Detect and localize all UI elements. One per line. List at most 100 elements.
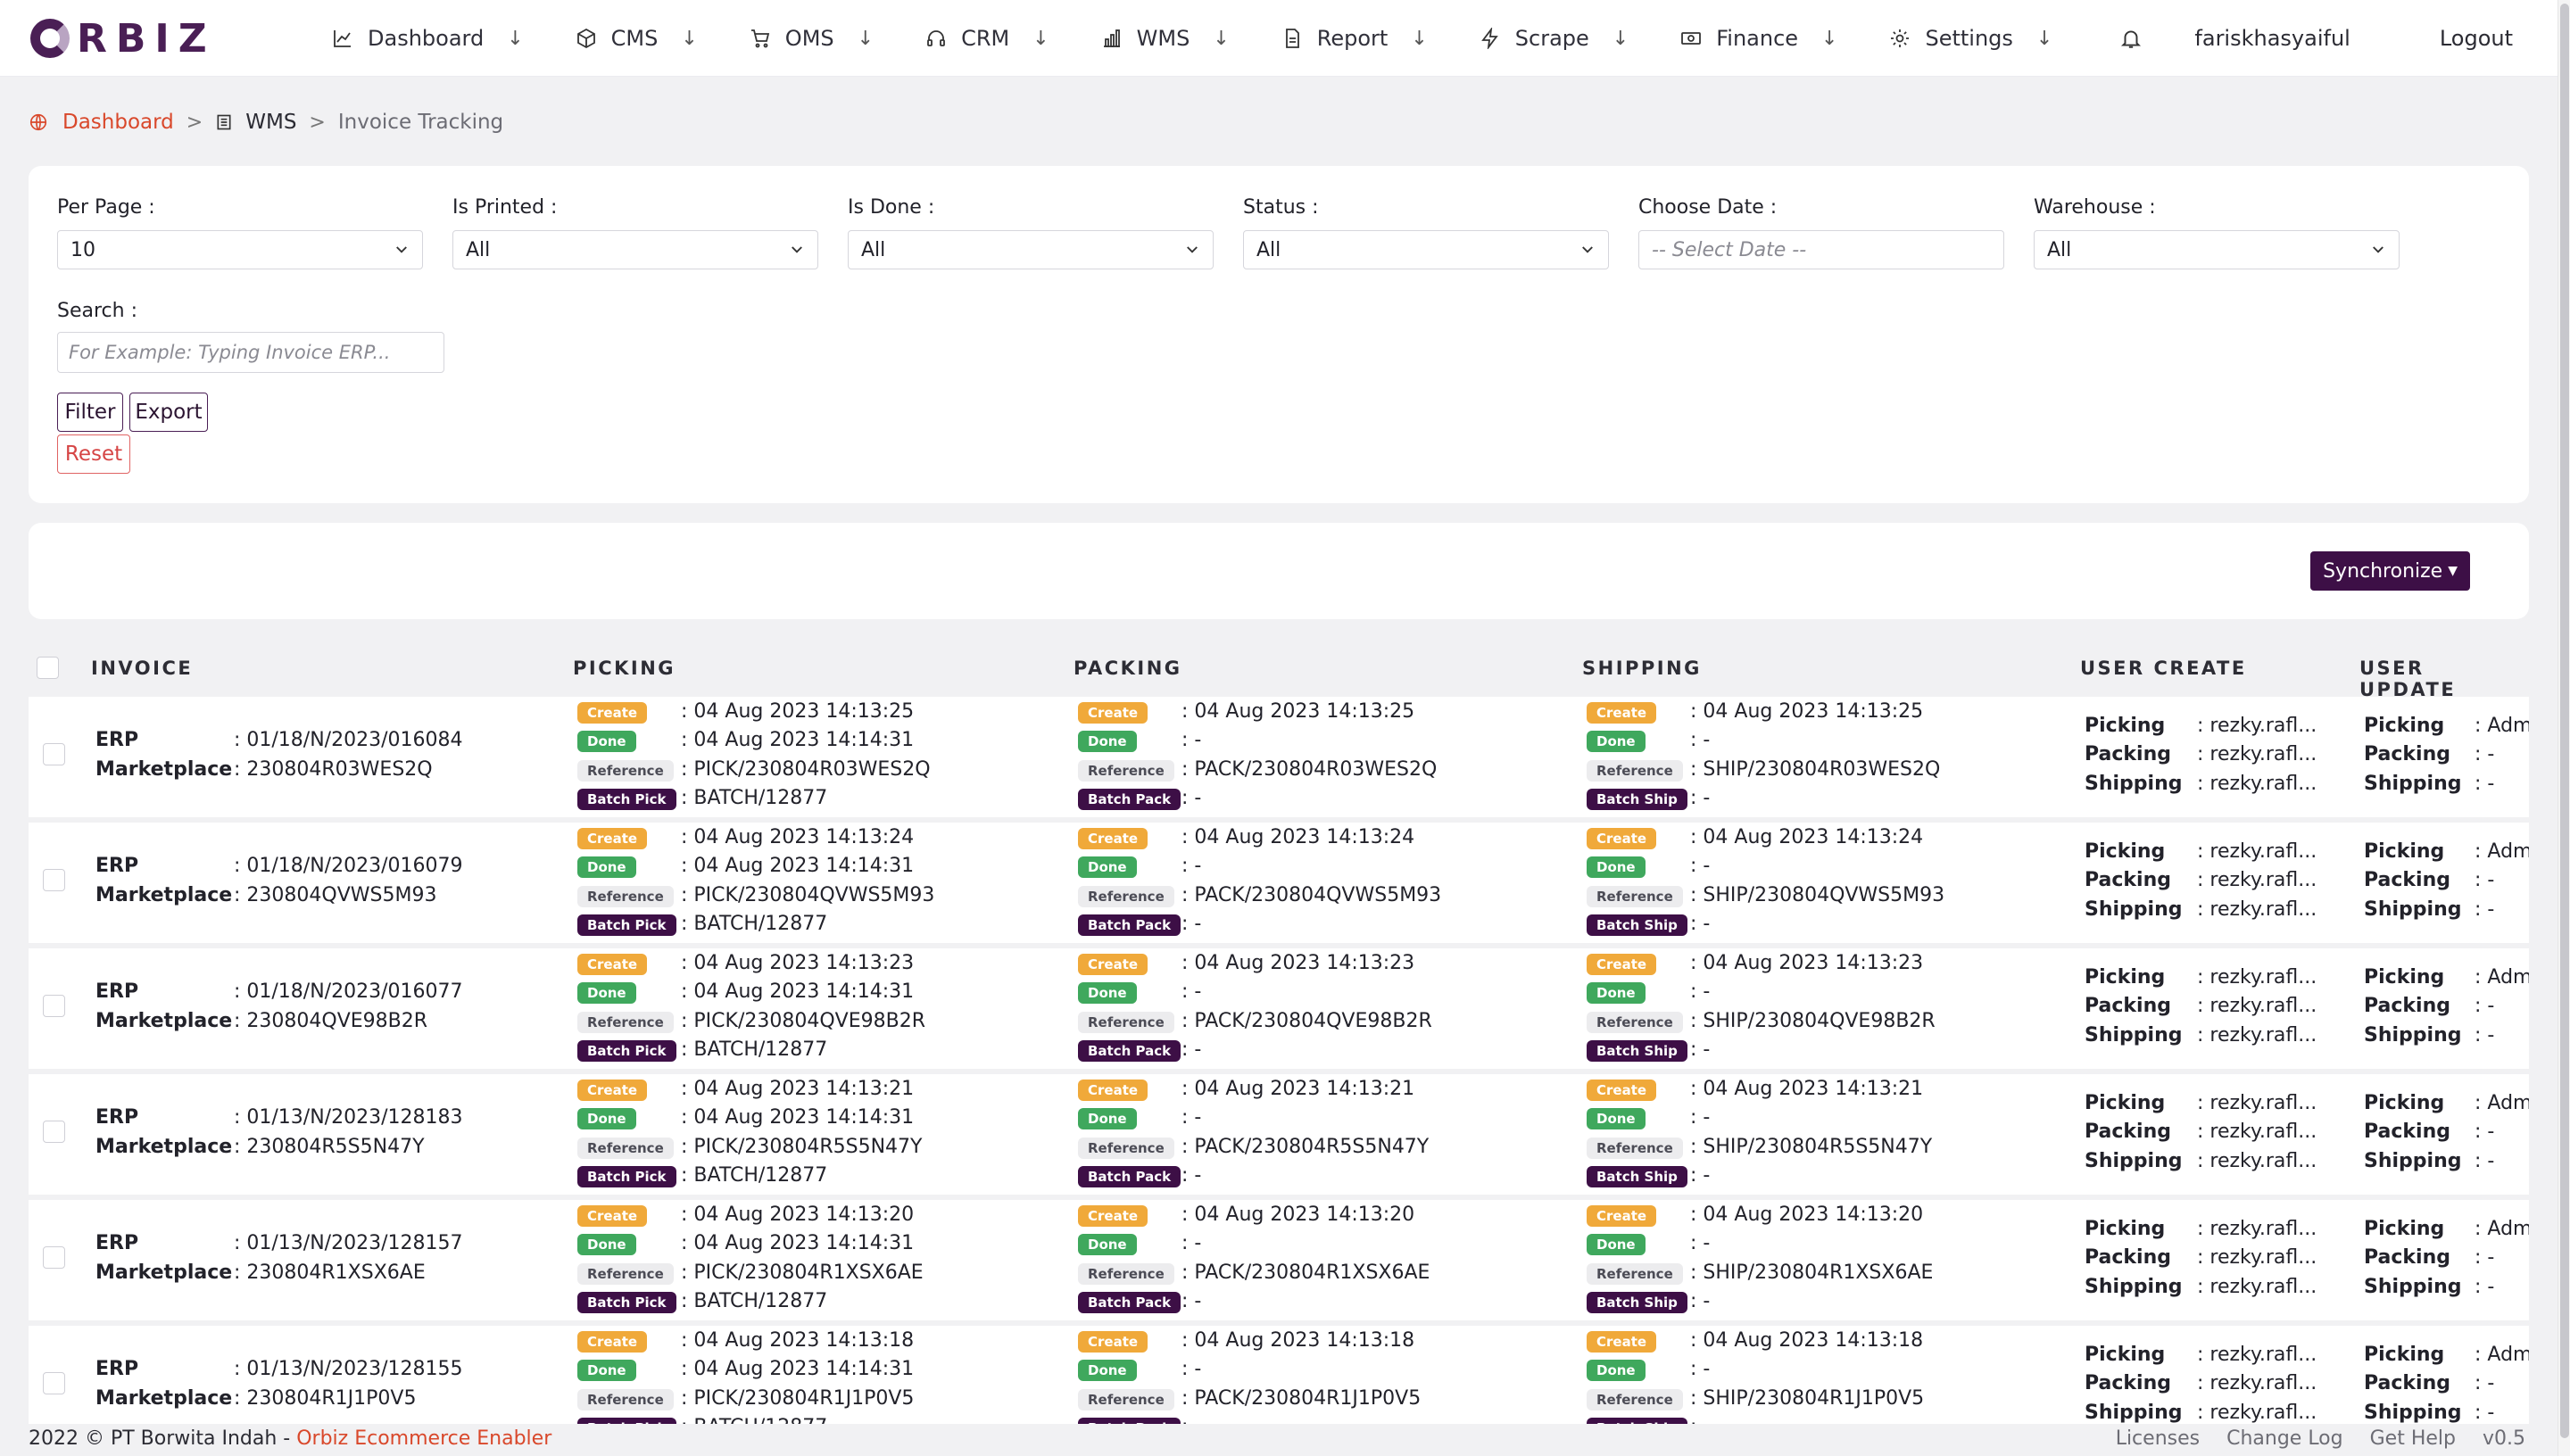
reset-button[interactable]: Reset bbox=[57, 434, 130, 474]
scrollbar-thumb[interactable] bbox=[2560, 4, 2569, 1438]
is-printed-select[interactable]: All bbox=[452, 230, 818, 269]
erp-invoice[interactable]: : 01/13/N/2023/128183 bbox=[234, 1106, 462, 1129]
synchronize-dropdown-button[interactable]: Synchronize ▼ bbox=[2310, 551, 2470, 591]
pack-reference[interactable]: : PACK/230804QVWS5M93 bbox=[1181, 884, 1441, 906]
footer-brand-link[interactable]: Orbiz Ecommerce Enabler bbox=[296, 1427, 551, 1450]
marketplace-invoice[interactable]: : 230804R1J1P0V5 bbox=[234, 1387, 416, 1410]
licenses-link[interactable]: Licenses bbox=[2116, 1427, 2200, 1450]
ship-reference[interactable]: : SHIP/230804R5S5N47Y bbox=[1690, 1136, 1932, 1158]
bell-icon[interactable] bbox=[2119, 27, 2143, 50]
ship-batch[interactable]: : - bbox=[1690, 1290, 1710, 1312]
col-user-create[interactable]: USER CREATE bbox=[2080, 658, 2247, 679]
col-user-update[interactable]: USER UPDATE bbox=[2359, 658, 2529, 700]
pack-done-time: : - bbox=[1181, 1358, 1202, 1380]
is-printed-value: All bbox=[466, 238, 491, 261]
pick-batch[interactable]: : BATCH/12877 bbox=[681, 1164, 827, 1187]
get-help-link[interactable]: Get Help bbox=[2370, 1427, 2456, 1450]
nav-cms[interactable]: CMS ↓ bbox=[576, 0, 698, 77]
pack-reference[interactable]: : PACK/230804R03WES2Q bbox=[1181, 758, 1437, 781]
nav-finance[interactable]: Finance ↓ bbox=[1680, 0, 1837, 77]
marketplace-invoice[interactable]: : 230804QVWS5M93 bbox=[234, 884, 436, 906]
ship-batch[interactable]: : - bbox=[1690, 1164, 1710, 1187]
erp-invoice[interactable]: : 01/18/N/2023/016084 bbox=[234, 729, 462, 751]
row-checkbox[interactable] bbox=[43, 995, 65, 1017]
row-checkbox[interactable] bbox=[43, 1372, 65, 1394]
nav-crm[interactable]: CRM ↓ bbox=[925, 0, 1049, 77]
ship-reference[interactable]: : SHIP/230804QVE98B2R bbox=[1690, 1010, 1936, 1032]
erp-invoice[interactable]: : 01/18/N/2023/016077 bbox=[234, 980, 462, 1003]
nav-oms[interactable]: OMS ↓ bbox=[750, 0, 874, 77]
pick-reference[interactable]: : PICK/230804R5S5N47Y bbox=[681, 1136, 922, 1158]
select-all-checkbox[interactable] bbox=[37, 657, 59, 679]
pack-batch[interactable]: : - bbox=[1181, 1164, 1201, 1187]
pack-reference[interactable]: : PACK/230804R1J1P0V5 bbox=[1181, 1387, 1421, 1410]
pick-reference[interactable]: : PICK/230804R1XSX6AE bbox=[681, 1262, 924, 1284]
row-checkbox[interactable] bbox=[43, 743, 65, 765]
ship-reference[interactable]: : SHIP/230804R1XSX6AE bbox=[1690, 1262, 1933, 1284]
nav-dashboard[interactable]: Dashboard ↓ bbox=[332, 0, 524, 77]
filter-button[interactable]: Filter bbox=[57, 393, 123, 432]
breadcrumb-dashboard[interactable]: Dashboard bbox=[62, 111, 174, 134]
pick-batch[interactable]: : BATCH/12877 bbox=[681, 1038, 827, 1061]
erp-invoice[interactable]: : 01/13/N/2023/128157 bbox=[234, 1232, 462, 1254]
pack-reference[interactable]: : PACK/230804R1XSX6AE bbox=[1181, 1262, 1430, 1284]
marketplace-invoice[interactable]: : 230804R03WES2Q bbox=[234, 758, 433, 781]
logout-link[interactable]: Logout bbox=[2440, 26, 2513, 51]
orbiz-logo[interactable]: RBIZ bbox=[30, 16, 216, 62]
per-page-select[interactable]: 10 bbox=[57, 230, 423, 269]
erp-invoice[interactable]: : 01/13/N/2023/128155 bbox=[234, 1358, 462, 1380]
pick-batch[interactable]: : BATCH/12877 bbox=[681, 787, 827, 809]
ship-batch[interactable]: : - bbox=[1690, 787, 1710, 809]
ship-batch[interactable]: : - bbox=[1690, 913, 1710, 935]
row-checkbox[interactable] bbox=[43, 1121, 65, 1143]
erp-invoice[interactable]: : 01/18/N/2023/016079 bbox=[234, 855, 462, 877]
pack-batch[interactable]: : - bbox=[1181, 1290, 1201, 1312]
is-done-select[interactable]: All bbox=[848, 230, 1214, 269]
pack-batch[interactable]: : - bbox=[1181, 913, 1201, 935]
export-button[interactable]: Export bbox=[129, 393, 208, 432]
pick-batch[interactable]: : BATCH/12877 bbox=[681, 913, 827, 935]
page-scrollbar[interactable] bbox=[2558, 0, 2570, 1456]
changelog-link[interactable]: Change Log bbox=[2226, 1427, 2343, 1450]
user-update-packing-label: Packing bbox=[2364, 743, 2451, 765]
marketplace-invoice[interactable]: : 230804R5S5N47Y bbox=[234, 1136, 425, 1158]
pack-reference[interactable]: : PACK/230804R5S5N47Y bbox=[1181, 1136, 1429, 1158]
breadcrumb-current: Invoice Tracking bbox=[337, 111, 504, 134]
user-update-packing: : - bbox=[2475, 1121, 2495, 1143]
username[interactable]: fariskhasyaiful bbox=[2194, 26, 2350, 51]
ship-reference[interactable]: : SHIP/230804QVWS5M93 bbox=[1690, 884, 1944, 906]
warehouse-select[interactable]: All bbox=[2034, 230, 2400, 269]
user-create-packing: : rezky.rafl... bbox=[2197, 869, 2317, 891]
pick-reference[interactable]: : PICK/230804R03WES2Q bbox=[681, 758, 931, 781]
marketplace-invoice[interactable]: : 230804R1XSX6AE bbox=[234, 1262, 426, 1284]
pack-batch[interactable]: : - bbox=[1181, 787, 1201, 809]
pick-reference[interactable]: : PICK/230804QVE98B2R bbox=[681, 1010, 925, 1032]
col-picking[interactable]: PICKING bbox=[573, 658, 676, 679]
pack-batch[interactable]: : - bbox=[1181, 1038, 1201, 1061]
nav-scrape[interactable]: Scrape ↓ bbox=[1480, 0, 1629, 77]
col-shipping[interactable]: SHIPPING bbox=[1582, 658, 1702, 679]
ship-reference[interactable]: : SHIP/230804R03WES2Q bbox=[1690, 758, 1940, 781]
ship-reference[interactable]: : SHIP/230804R1J1P0V5 bbox=[1690, 1387, 1924, 1410]
search-input[interactable]: For Example: Typing Invoice ERP... bbox=[57, 332, 444, 373]
marketplace-invoice[interactable]: : 230804QVE98B2R bbox=[234, 1010, 427, 1032]
is-done-value: All bbox=[861, 238, 886, 261]
user-create-picking: : rezky.rafl... bbox=[2197, 1344, 2317, 1366]
ship-batch[interactable]: : - bbox=[1690, 1038, 1710, 1061]
batch-badge: Batch Pack bbox=[1078, 1040, 1181, 1062]
nav-wms[interactable]: WMS ↓ bbox=[1101, 0, 1230, 77]
breadcrumb-wms[interactable]: WMS bbox=[245, 111, 296, 134]
pick-reference[interactable]: : PICK/230804QVWS5M93 bbox=[681, 884, 934, 906]
row-checkbox[interactable] bbox=[43, 1246, 65, 1269]
nav-settings[interactable]: Settings ↓ bbox=[1889, 0, 2052, 77]
pick-batch[interactable]: : BATCH/12877 bbox=[681, 1290, 827, 1312]
row-checkbox[interactable] bbox=[43, 869, 65, 891]
date-picker[interactable]: -- Select Date -- bbox=[1638, 230, 2004, 269]
nav-report[interactable]: Report ↓ bbox=[1281, 0, 1428, 77]
status-select[interactable]: All bbox=[1243, 230, 1609, 269]
create-badge: Create bbox=[1078, 1205, 1148, 1227]
pack-reference[interactable]: : PACK/230804QVE98B2R bbox=[1181, 1010, 1432, 1032]
pick-reference[interactable]: : PICK/230804R1J1P0V5 bbox=[681, 1387, 914, 1410]
col-invoice[interactable]: INVOICE bbox=[91, 658, 193, 679]
col-packing[interactable]: PACKING bbox=[1074, 658, 1182, 679]
